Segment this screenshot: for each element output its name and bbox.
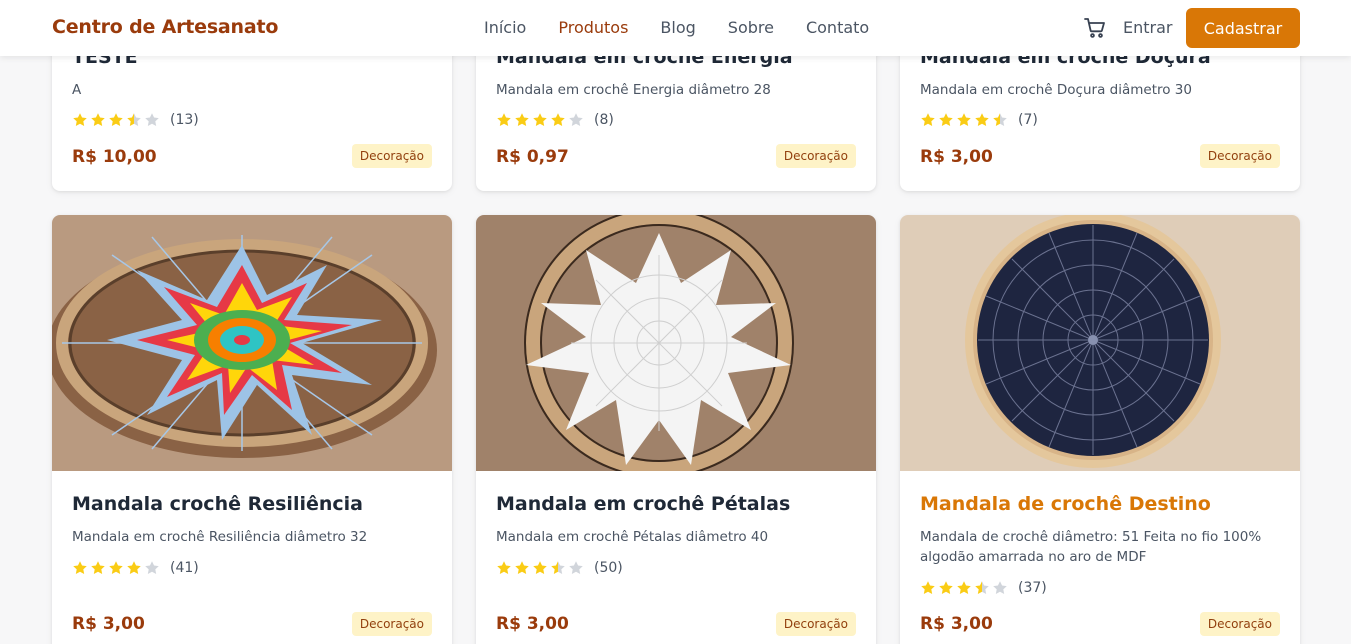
- product-card[interactable]: Mandala crochê Resiliência Mandala em cr…: [52, 215, 452, 644]
- review-count: (8): [594, 112, 614, 128]
- star-filled-icon: [957, 113, 971, 126]
- product-price: R$ 3,00: [496, 614, 569, 634]
- star-empty-icon: [145, 561, 159, 574]
- product-title[interactable]: Mandala em crochê Pétalas: [496, 493, 790, 515]
- star-filled-icon: [109, 561, 123, 574]
- category-badge: Decoração: [1199, 144, 1280, 168]
- nav-contato[interactable]: Contato: [806, 18, 869, 37]
- product-rating: (8): [496, 112, 614, 128]
- nav-blog[interactable]: Blog: [660, 18, 695, 37]
- review-count: (13): [170, 112, 199, 128]
- product-description: Mandala em crochê Resiliência diâmetro 3…: [72, 529, 368, 545]
- product-description: Mandala em crochê Energia diâmetro 28: [496, 82, 771, 98]
- product-price: R$ 3,00: [72, 614, 145, 634]
- brand-logo[interactable]: Centro de Artesanato: [52, 16, 278, 38]
- category-badge: Decoração: [351, 144, 432, 168]
- star-empty-icon: [569, 561, 583, 574]
- star-filled-icon: [91, 561, 105, 574]
- star-filled-icon: [939, 113, 953, 126]
- star-filled-icon: [73, 561, 87, 574]
- category-badge: Decoração: [1199, 612, 1280, 636]
- star-half-icon: [993, 113, 1007, 126]
- star-filled-icon: [109, 113, 123, 126]
- star-filled-icon: [975, 113, 989, 126]
- star-half-icon: [551, 561, 565, 574]
- category-badge: Decoração: [351, 612, 432, 636]
- product-description: A: [72, 82, 82, 98]
- product-price: R$ 0,97: [496, 147, 569, 167]
- rating-stars: [920, 580, 1010, 596]
- nav-inicio[interactable]: Início: [484, 18, 526, 37]
- rating-stars: [496, 560, 586, 576]
- rating-stars: [496, 112, 586, 128]
- star-filled-icon: [921, 581, 935, 594]
- star-empty-icon: [145, 113, 159, 126]
- review-count: (37): [1018, 580, 1047, 596]
- star-filled-icon: [127, 561, 141, 574]
- product-card[interactable]: Mandala de crochê Destino Mandala de cro…: [900, 215, 1300, 644]
- star-empty-icon: [569, 113, 583, 126]
- nav-sobre[interactable]: Sobre: [728, 18, 774, 37]
- star-filled-icon: [497, 561, 511, 574]
- product-description: Mandala de crochê diâmetro: 51 Feita no …: [920, 529, 1262, 565]
- product-rating: (37): [920, 580, 1047, 596]
- rating-stars: [920, 112, 1010, 128]
- white-crochet-mandala-photo[interactable]: [476, 215, 876, 471]
- star-filled-icon: [91, 113, 105, 126]
- review-count: (7): [1018, 112, 1038, 128]
- product-rating: (50): [496, 560, 623, 576]
- category-badge: Decoração: [775, 612, 856, 636]
- login-link[interactable]: Entrar: [1123, 18, 1172, 37]
- star-filled-icon: [515, 561, 529, 574]
- site-header: Centro de Artesanato Início Produtos Blo…: [0, 0, 1351, 56]
- signup-button[interactable]: Cadastrar: [1186, 8, 1300, 48]
- colorful-crochet-mandala-photo[interactable]: [52, 215, 452, 471]
- review-count: (41): [170, 560, 199, 576]
- star-filled-icon: [533, 113, 547, 126]
- review-count: (50): [594, 560, 623, 576]
- star-filled-icon: [939, 581, 953, 594]
- star-half-icon: [127, 113, 141, 126]
- star-filled-icon: [515, 113, 529, 126]
- star-filled-icon: [551, 113, 565, 126]
- product-price: R$ 3,00: [920, 614, 993, 634]
- product-rating: (13): [72, 112, 199, 128]
- product-card[interactable]: Mandala em crochê Pétalas Mandala em cro…: [476, 215, 876, 644]
- rating-stars: [72, 560, 162, 576]
- star-filled-icon: [921, 113, 935, 126]
- product-rating: (41): [72, 560, 199, 576]
- star-empty-icon: [993, 581, 1007, 594]
- category-badge: Decoração: [775, 144, 856, 168]
- star-filled-icon: [533, 561, 547, 574]
- product-title[interactable]: Mandala de crochê Destino: [920, 493, 1211, 515]
- nav-produtos[interactable]: Produtos: [558, 18, 628, 37]
- product-price: R$ 10,00: [72, 147, 157, 167]
- rating-stars: [72, 112, 162, 128]
- product-title[interactable]: Mandala crochê Resiliência: [72, 493, 363, 515]
- product-description: Mandala em crochê Doçura diâmetro 30: [920, 82, 1192, 98]
- star-filled-icon: [73, 113, 87, 126]
- star-filled-icon: [957, 581, 971, 594]
- star-filled-icon: [497, 113, 511, 126]
- navy-crochet-mandala-photo[interactable]: [900, 215, 1300, 471]
- main-nav: Início Produtos Blog Sobre Contato: [484, 18, 901, 37]
- star-half-icon: [975, 581, 989, 594]
- shopping-cart-icon[interactable]: [1083, 16, 1107, 40]
- product-price: R$ 3,00: [920, 147, 993, 167]
- product-rating: (7): [920, 112, 1038, 128]
- product-description: Mandala em crochê Pétalas diâmetro 40: [496, 529, 769, 545]
